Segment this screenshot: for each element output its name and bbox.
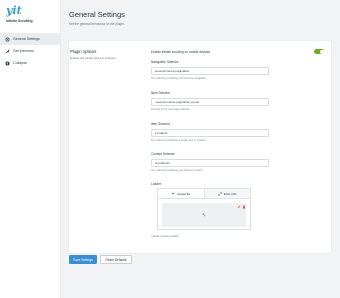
item-selector-help: The selector containing a single post or… — [151, 139, 207, 142]
next-selector-label: Next Selector — [151, 91, 171, 95]
loader-help: Upload a custom loader. — [151, 235, 179, 238]
page-title: General Settings — [69, 10, 125, 19]
section-description: Enable the plugin and set sections. — [70, 56, 117, 60]
navigation-selector-help: The selector containing your theme's nav… — [151, 77, 207, 80]
item-selector-input[interactable]: li.product — [151, 129, 269, 137]
reset-defaults-button[interactable]: Reset Defaults — [100, 255, 132, 264]
next-selector-input[interactable]: .woocommerce-pagination a.next — [151, 98, 269, 106]
tab-label: Upload file — [177, 191, 191, 196]
gear-icon — [5, 37, 10, 42]
plugin-name: Infinite Scrolling — [6, 19, 33, 23]
link-icon — [217, 191, 222, 196]
settings-panel: Plugin options Enable the plugin and set… — [68, 40, 332, 254]
loader-label: Loader — [151, 182, 161, 186]
loader-tabs: Upload file Enter URL — [158, 189, 250, 199]
logo: yit — [6, 4, 22, 17]
main-content: General Settings Set the general behavio… — [61, 0, 340, 298]
delete-icon[interactable] — [242, 205, 246, 209]
rocket-icon — [5, 48, 10, 54]
sidebar-item-label: General Settings — [13, 37, 40, 41]
navigation-selector-label: Navigation Selector — [151, 60, 179, 64]
sidebar: yit Infinite Scrolling General Settings … — [0, 0, 61, 298]
spinner-icon — [202, 213, 206, 217]
content-selector-input[interactable]: ul.products — [151, 159, 269, 167]
item-selector-label: Item Selector — [151, 122, 170, 126]
loader-uploader: Upload file Enter URL — [157, 188, 251, 230]
sidebar-item-collapse[interactable]: Collapse — [0, 57, 61, 69]
tab-label: Enter URL — [223, 191, 237, 196]
sidebar-item-general-settings[interactable]: General Settings — [0, 33, 61, 45]
enable-mobile-toggle[interactable] — [314, 49, 324, 54]
sidebar-nav: General Settings Get premium Collapse — [0, 33, 61, 69]
content-selector-label: Content Selector — [151, 152, 175, 156]
tab-enter-url[interactable]: Enter URL — [203, 189, 250, 198]
collapse-icon — [5, 61, 10, 66]
next-selector-help: The link to the next page selector. — [151, 108, 190, 111]
upload-icon — [171, 191, 175, 196]
navigation-selector-input[interactable]: woocommerce-pagination — [151, 67, 269, 75]
enable-mobile-label: Enable infinite scrolling on mobile devi… — [151, 50, 211, 54]
footer-actions: Save Settings Reset Defaults — [61, 254, 340, 298]
sidebar-item-get-premium[interactable]: Get premium — [0, 45, 61, 57]
save-settings-button[interactable]: Save Settings — [69, 255, 97, 264]
page-subtitle: Set the general behaviour of the plugin. — [69, 22, 125, 26]
toggle-knob — [319, 49, 324, 54]
sidebar-item-label: Collapse — [13, 61, 27, 65]
content-selector-help: The selector containing your theme's con… — [151, 169, 204, 172]
loader-preview — [162, 203, 246, 227]
tab-upload-file[interactable]: Upload file — [158, 189, 204, 198]
section-title: Plugin options — [70, 49, 97, 54]
edit-icon[interactable] — [237, 205, 241, 209]
sidebar-item-label: Get premium — [13, 49, 34, 53]
